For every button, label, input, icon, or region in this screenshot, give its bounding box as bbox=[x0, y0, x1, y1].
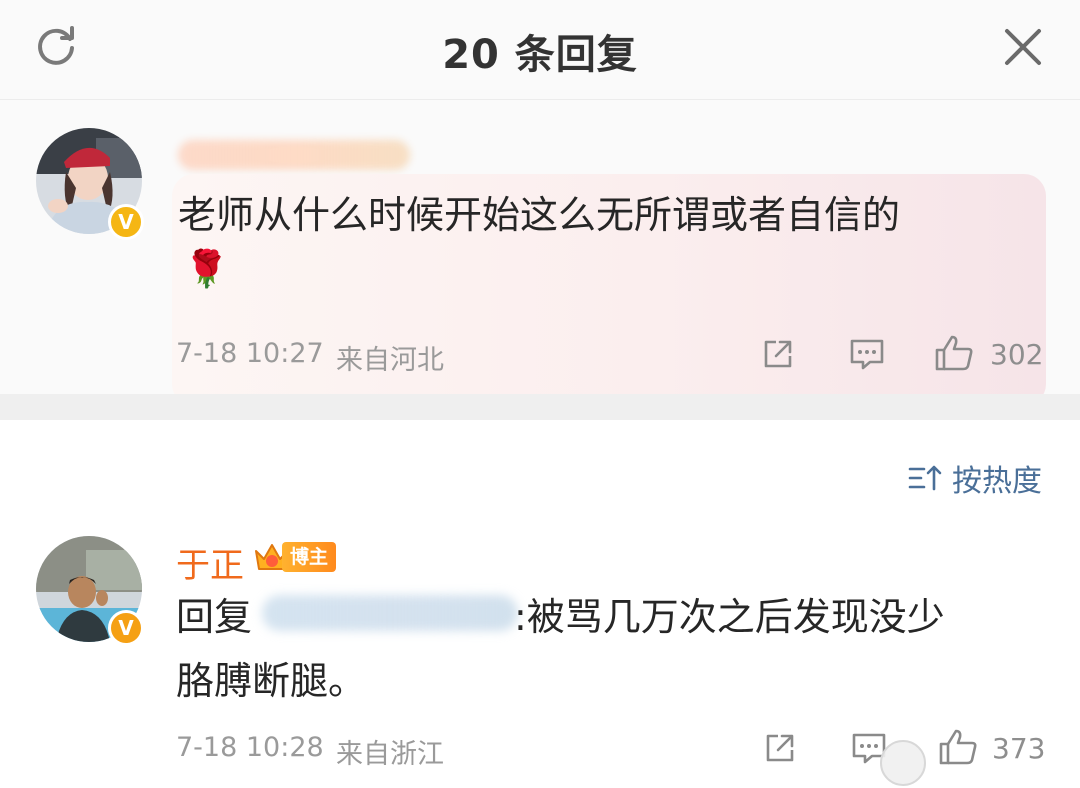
reply-comment: 按热度 V 于正 博主 回复 :被骂几万次之后发现没少 胳膊断腿。 7-18 1… bbox=[0, 420, 1080, 788]
comment-time: 7-18 10:28 bbox=[176, 732, 324, 763]
blurred-mention[interactable] bbox=[262, 595, 518, 631]
blogger-badge: 博主 bbox=[252, 537, 336, 577]
rose-emoji: 🌹 bbox=[184, 249, 229, 290]
like-count: 302 bbox=[990, 338, 1044, 371]
like-icon[interactable] bbox=[934, 334, 974, 372]
reply-prefix: 回复 bbox=[176, 595, 253, 639]
blurred-username bbox=[178, 140, 410, 170]
reply-text-line1: :被骂几万次之后发现没少 bbox=[514, 595, 945, 639]
share-icon[interactable] bbox=[762, 730, 798, 766]
comment-icon[interactable] bbox=[848, 336, 886, 372]
sort-label: 按热度 bbox=[952, 464, 1042, 499]
reply-text-line2: 胳膊断腿。 bbox=[176, 659, 367, 703]
comment-time: 7-18 10:27 bbox=[176, 338, 324, 369]
reply-header: 20 条回复 bbox=[0, 0, 1080, 100]
sort-icon bbox=[908, 465, 942, 491]
page-title: 20 条回复 bbox=[442, 32, 638, 78]
comment-location: 来自河北 bbox=[336, 345, 444, 376]
comment-location: 来自浙江 bbox=[336, 739, 444, 770]
verified-badge: V bbox=[108, 204, 144, 240]
weibo-watermark: ​ bbox=[880, 740, 1070, 786]
close-icon[interactable] bbox=[1002, 26, 1044, 68]
original-comment: V 老师从什么时候开始这么无所谓或者自信的 🌹 7-18 10:27 来自河北 … bbox=[0, 100, 1080, 406]
section-divider bbox=[0, 394, 1080, 420]
author-name[interactable]: 于正 bbox=[176, 538, 244, 587]
share-icon[interactable] bbox=[760, 336, 796, 372]
watermark-logo-icon bbox=[880, 740, 926, 786]
comment-text: 老师从什么时候开始这么无所谓或者自信的 bbox=[178, 193, 901, 237]
verified-badge: V bbox=[108, 610, 144, 646]
sort-by-heat-button[interactable]: 按热度 bbox=[908, 458, 1042, 499]
blogger-tag: 博主 bbox=[282, 542, 336, 572]
